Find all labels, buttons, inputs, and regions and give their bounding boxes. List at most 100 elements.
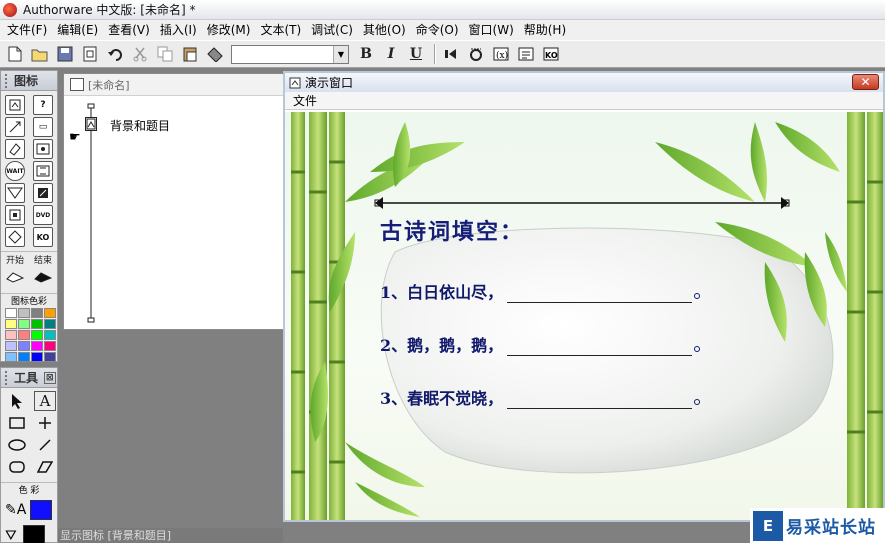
color-swatch[interactable] (31, 341, 43, 351)
main-toolbar: ▼ B I U (x) KO (0, 40, 885, 68)
line-tool-icon[interactable] (34, 413, 56, 433)
menu-bar: 文件(F) 编辑(E) 查看(V) 插入(I) 修改(M) 文本(T) 调试(C… (0, 20, 885, 40)
display-icon[interactable] (5, 95, 25, 115)
open-folder-icon[interactable] (29, 43, 51, 65)
undo-icon[interactable] (104, 43, 126, 65)
fill-color-chip[interactable] (30, 500, 52, 520)
diagonal-line-tool-icon[interactable] (34, 435, 56, 455)
icon-palette-header: 图标 (1, 71, 57, 91)
control-panel-icon[interactable] (465, 43, 487, 65)
menu-edit[interactable]: 编辑(E) (52, 20, 103, 40)
knowledge-object-icon[interactable]: KO (540, 43, 562, 65)
italic-button[interactable]: I (380, 43, 402, 65)
dvd-icon[interactable]: DVD (33, 205, 53, 225)
answer-blank-2[interactable] (507, 342, 693, 356)
text-tool-icon[interactable]: A (34, 391, 56, 411)
menu-debug[interactable]: 调试(C) (306, 20, 358, 40)
end-flag-label: 结束 (33, 256, 52, 266)
polygon-tool-icon[interactable] (34, 457, 56, 477)
pointer-tool-icon[interactable] (6, 391, 28, 411)
design-window-title: [未命名] (88, 78, 130, 92)
color-swatch[interactable] (18, 352, 30, 362)
menu-text[interactable]: 文本(T) (255, 20, 306, 40)
restart-icon[interactable] (440, 43, 462, 65)
color-swatch[interactable] (44, 319, 56, 329)
answer-blank-1[interactable] (507, 289, 693, 303)
menu-help[interactable]: 帮助(H) (519, 20, 571, 40)
wait-button-icon[interactable]: ▭ (33, 117, 53, 137)
color-swatch[interactable] (31, 308, 43, 318)
chevron-down-icon[interactable]: ▼ (333, 45, 348, 63)
menu-modify[interactable]: 修改(M) (202, 20, 256, 40)
line-color-chip[interactable] (23, 525, 45, 543)
ellipse-tool-icon[interactable] (6, 435, 28, 455)
menu-file[interactable]: 文件(F) (2, 20, 52, 40)
interaction-icon[interactable] (5, 227, 25, 247)
pen-color-icon[interactable]: ✎A (5, 502, 26, 518)
authorware-logo-icon (3, 2, 17, 17)
color-swatch[interactable] (18, 308, 30, 318)
paste-icon[interactable] (179, 43, 201, 65)
navigate-icon[interactable] (5, 183, 25, 203)
functions-icon[interactable]: (x) (490, 43, 512, 65)
bold-button[interactable]: B (355, 43, 377, 65)
color-swatch[interactable] (5, 330, 17, 340)
poem-line-3: 3、春眠不觉晓， (380, 385, 701, 409)
period-mark (694, 346, 701, 352)
tools-palette-header: 工具 ⊠ (1, 368, 57, 388)
calculation-icon[interactable] (33, 183, 53, 203)
framework-icon[interactable] (5, 205, 25, 225)
sound-icon[interactable] (33, 139, 53, 159)
underline-button[interactable]: U (405, 43, 427, 65)
color-swatch[interactable] (44, 341, 56, 351)
animation-icon[interactable] (5, 117, 25, 137)
color-swatch[interactable] (18, 330, 30, 340)
presentation-menubar: 文件 (285, 92, 883, 110)
color-swatch[interactable] (44, 352, 56, 362)
menu-insert[interactable]: 插入(I) (155, 20, 202, 40)
copy-icon[interactable] (154, 43, 176, 65)
cut-icon[interactable] (129, 43, 151, 65)
start-flag-icon[interactable] (5, 267, 25, 287)
save-all-icon[interactable] (54, 43, 76, 65)
color-swatch[interactable] (5, 308, 17, 318)
new-file-icon[interactable] (4, 43, 26, 65)
menu-other[interactable]: 其他(O) (358, 20, 411, 40)
end-flag-icon[interactable] (33, 267, 53, 287)
color-swatch[interactable] (5, 319, 17, 329)
paint-bucket-icon[interactable]: ⛛ (5, 528, 17, 543)
color-swatch[interactable] (44, 308, 56, 318)
color-swatch[interactable] (18, 341, 30, 351)
video-icon[interactable] (33, 161, 53, 181)
color-swatch[interactable] (31, 352, 43, 362)
answer-blank-3[interactable] (507, 395, 693, 409)
import-icon[interactable] (79, 43, 101, 65)
color-swatch[interactable] (31, 319, 43, 329)
color-swatch[interactable] (5, 341, 17, 351)
close-button[interactable]: ✕ (852, 74, 879, 90)
rectangle-tool-icon[interactable] (6, 413, 28, 433)
presentation-menu-file[interactable]: 文件 (293, 92, 317, 109)
rounded-rectangle-tool-icon[interactable] (6, 457, 28, 477)
menu-view[interactable]: 查看(V) (103, 20, 155, 40)
grip-icon[interactable] (5, 73, 10, 88)
find-icon[interactable] (204, 43, 226, 65)
knowledge-object-palette-icon[interactable]: KO (33, 227, 53, 247)
color-swatch[interactable] (31, 330, 43, 340)
grip-icon[interactable] (5, 370, 10, 385)
font-select[interactable]: ▼ (231, 44, 349, 64)
color-swatch[interactable] (18, 319, 30, 329)
menu-window[interactable]: 窗口(W) (464, 20, 519, 40)
close-icon[interactable]: ⊠ (44, 371, 56, 384)
period-mark (694, 293, 701, 299)
variables-icon[interactable] (515, 43, 537, 65)
decision-icon[interactable]: ? (33, 95, 53, 115)
color-swatch[interactable] (5, 352, 17, 362)
erase-icon[interactable] (5, 139, 25, 159)
color-swatch[interactable] (44, 330, 56, 340)
watermark-logo-icon: E (753, 510, 783, 541)
display-icon[interactable] (85, 117, 97, 131)
flow-icon-label[interactable]: 背景和题目 (110, 117, 170, 134)
menu-command[interactable]: 命令(O) (411, 20, 464, 40)
wait-icon[interactable]: WAIT (5, 161, 25, 181)
